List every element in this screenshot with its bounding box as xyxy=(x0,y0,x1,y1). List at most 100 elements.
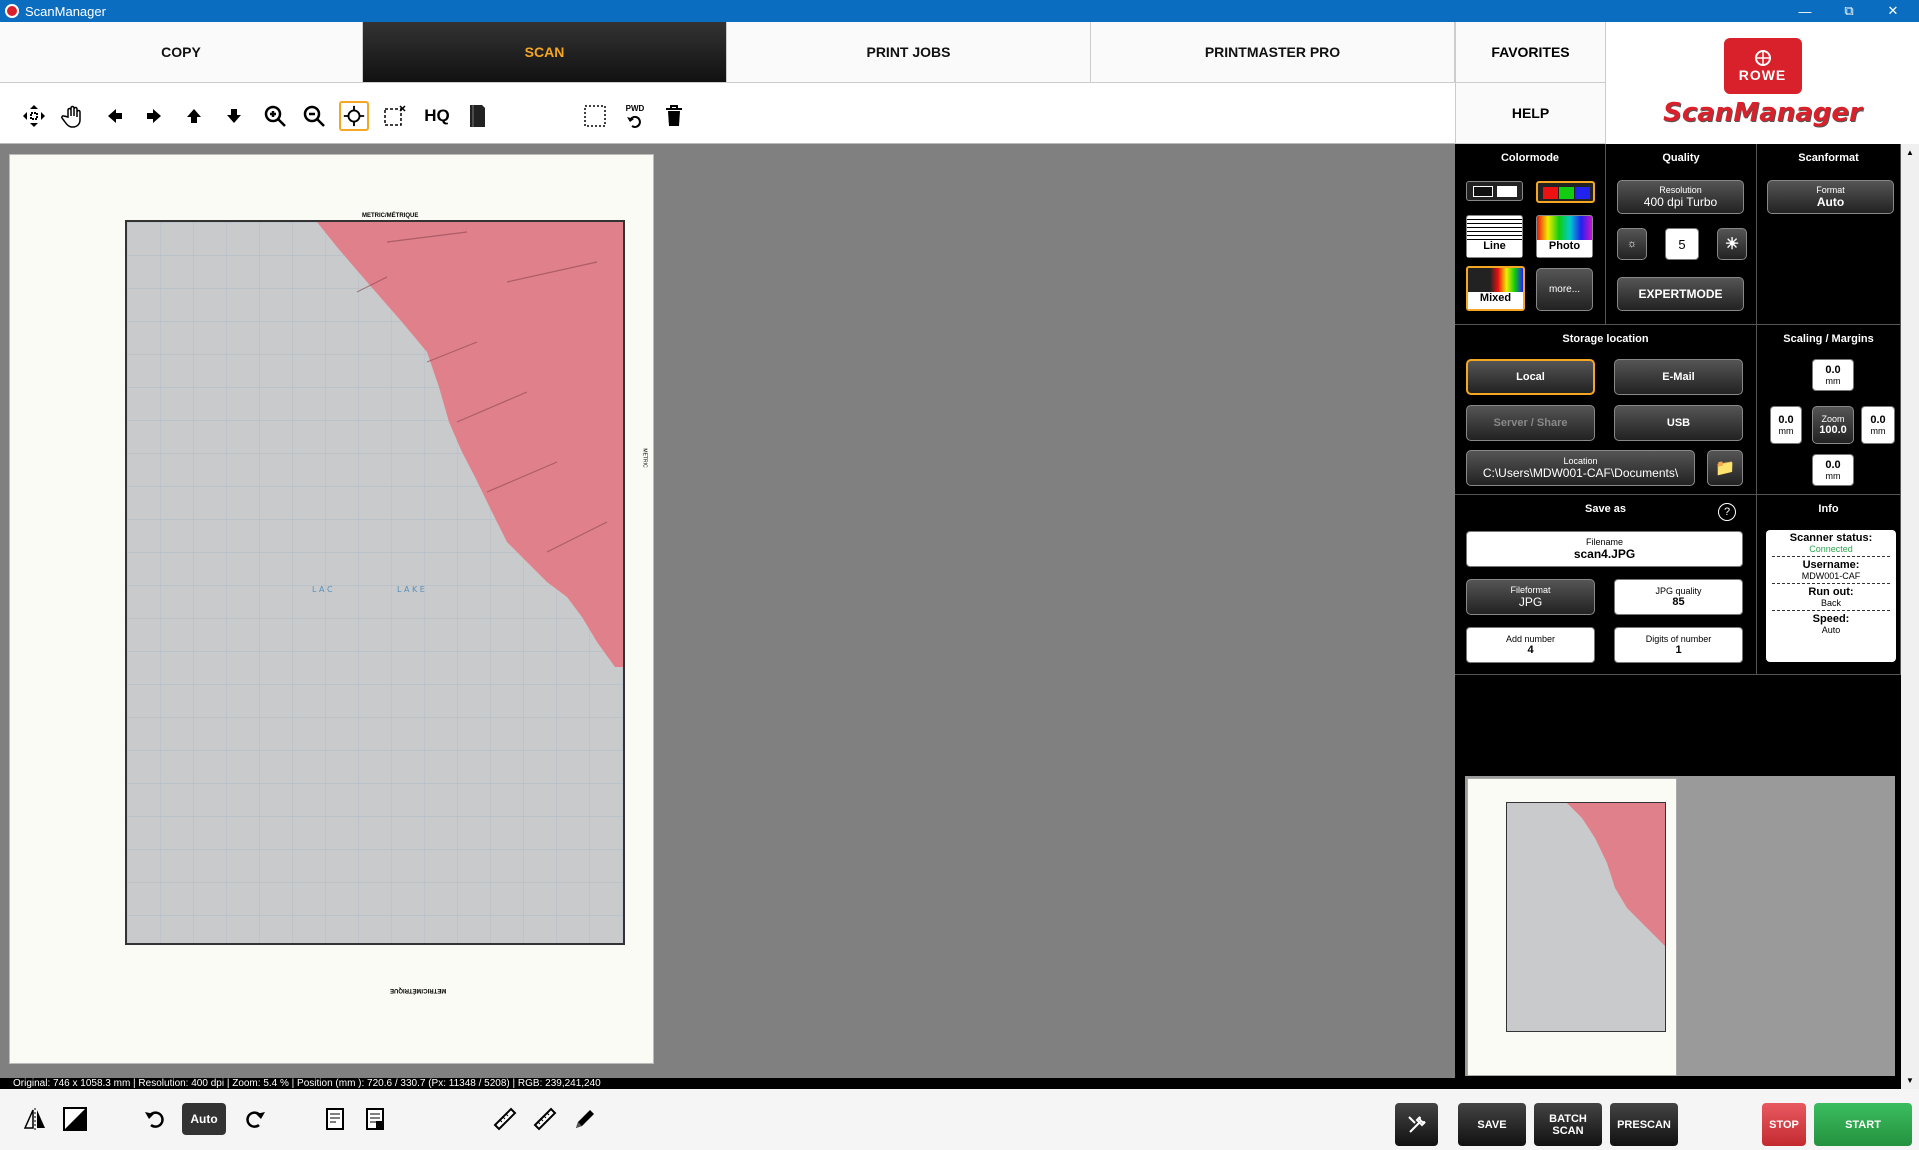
add-number-value: 4 xyxy=(1527,644,1534,656)
resolution-button[interactable]: Resolution 400 dpi Turbo xyxy=(1617,180,1744,214)
jpg-quality-label: JPG quality xyxy=(1655,586,1702,596)
stop-button[interactable]: STOP xyxy=(1762,1103,1806,1146)
zoom-label: Zoom xyxy=(1821,414,1845,424)
restore-button[interactable]: ⧉ xyxy=(1827,0,1871,22)
zoom-fit-icon[interactable] xyxy=(339,101,369,131)
save-button[interactable]: SAVE xyxy=(1458,1103,1526,1146)
mixed-mode-button[interactable]: Mixed xyxy=(1466,266,1525,311)
location-field[interactable]: Location C:\Users\MDW001-CAF\Documents\ xyxy=(1466,450,1695,486)
speed-value: Auto xyxy=(1821,625,1841,635)
arrow-left-icon[interactable] xyxy=(100,101,130,131)
rotate-right-icon[interactable] xyxy=(240,1103,270,1135)
jpg-quality-value: 85 xyxy=(1672,596,1685,608)
zoom-value: 100.0 xyxy=(1819,424,1847,436)
brightness-value[interactable]: 5 xyxy=(1665,228,1699,260)
rotate-left-icon[interactable] xyxy=(140,1103,170,1135)
server-share-button[interactable]: Server / Share xyxy=(1466,405,1595,441)
photo-mode-button[interactable]: Photo xyxy=(1536,215,1593,258)
tab-help[interactable]: HELP xyxy=(1455,83,1606,144)
batch-scan-button[interactable]: BATCH SCAN xyxy=(1534,1103,1602,1146)
minimize-button[interactable]: — xyxy=(1783,0,1827,22)
page-icon[interactable] xyxy=(462,101,492,131)
crop-select-icon[interactable] xyxy=(380,101,410,131)
tools-icon[interactable] xyxy=(1395,1103,1438,1146)
folder-browse-icon[interactable]: 📁 xyxy=(1707,450,1743,486)
mixed-mode-label: Mixed xyxy=(1468,292,1523,309)
tab-copy[interactable]: COPY xyxy=(0,22,363,83)
map-image: L A C L A K E xyxy=(127,222,623,943)
svg-text:L A K E: L A K E xyxy=(397,585,425,594)
add-number-field[interactable]: Add number 4 xyxy=(1466,627,1595,663)
jpg-quality-field[interactable]: JPG quality 85 xyxy=(1614,579,1743,615)
filename-field[interactable]: Filename scan4.JPG xyxy=(1466,531,1743,567)
brightness-down-icon[interactable]: ☼ xyxy=(1617,228,1647,260)
format-button[interactable]: Format Auto xyxy=(1767,180,1894,214)
scanned-map: L A C L A K E xyxy=(125,220,625,945)
close-button[interactable]: ✕ xyxy=(1871,0,1915,22)
pencil-icon[interactable] xyxy=(570,1103,600,1135)
scanner-info-box: Scanner status: Connected Username: MDW0… xyxy=(1766,530,1896,662)
invert-icon[interactable] xyxy=(60,1103,90,1135)
undo-password-button[interactable]: PWD xyxy=(620,101,650,131)
map-top-label: METRIC/MÉTRIQUE xyxy=(362,213,419,219)
more-modes-button[interactable]: more... xyxy=(1536,268,1593,311)
arrow-right-icon[interactable] xyxy=(139,101,169,131)
fileformat-button[interactable]: Fileformat JPG xyxy=(1466,579,1595,615)
help-icon[interactable]: ? xyxy=(1718,503,1736,521)
fileformat-value: JPG xyxy=(1518,595,1543,609)
pan-hand-icon[interactable] xyxy=(59,101,89,131)
margin-bottom-field[interactable]: 0.0 mm xyxy=(1812,454,1854,486)
tab-scan[interactable]: SCAN xyxy=(363,22,727,83)
arrow-down-icon[interactable] xyxy=(219,101,249,131)
bw-mode-button[interactable] xyxy=(1466,181,1523,201)
margin-bottom-value: 0.0 xyxy=(1825,459,1841,471)
email-storage-button[interactable]: E-Mail xyxy=(1614,359,1743,395)
ruler-icon[interactable] xyxy=(490,1103,520,1135)
usb-storage-button[interactable]: USB xyxy=(1614,405,1743,441)
zoom-out-icon[interactable] xyxy=(299,101,329,131)
start-button[interactable]: START xyxy=(1814,1103,1912,1146)
page-edit-icon[interactable] xyxy=(360,1103,390,1135)
filename-label: Filename xyxy=(1585,537,1623,547)
scan-thumbnail[interactable] xyxy=(1467,778,1677,1076)
scroll-up-icon[interactable]: ▲ xyxy=(1906,148,1914,157)
local-storage-button[interactable]: Local xyxy=(1466,359,1595,395)
panel-scrollbar[interactable]: ▲ ▼ xyxy=(1901,144,1919,1089)
runout-value: Back xyxy=(1772,598,1890,611)
selection-frame-icon[interactable] xyxy=(580,101,610,131)
scan-preview-canvas[interactable]: METRIC/MÉTRIQUE L A C L A K E METRIC MET… xyxy=(0,144,1455,1078)
tab-favorites[interactable]: FAVORITES xyxy=(1455,22,1606,83)
save-as-title: Save as xyxy=(1585,503,1626,515)
prescan-button[interactable]: PRESCAN xyxy=(1610,1103,1678,1146)
margin-right-field[interactable]: 0.0 mm xyxy=(1861,406,1895,444)
brightness-up-icon[interactable]: ☀ xyxy=(1717,228,1747,260)
scaling-title: Scaling / Margins xyxy=(1783,333,1874,345)
digits-field[interactable]: Digits of number 1 xyxy=(1614,627,1743,663)
margin-left-field[interactable]: 0.0 mm xyxy=(1770,406,1802,444)
expertmode-button[interactable]: EXPERTMODE xyxy=(1617,277,1744,311)
color-mode-button[interactable] xyxy=(1536,181,1595,203)
zoom-field[interactable]: Zoom 100.0 xyxy=(1812,406,1854,444)
scanformat-title: Scanformat xyxy=(1798,152,1859,164)
mirror-icon[interactable] xyxy=(20,1103,50,1135)
measure-icon[interactable] xyxy=(530,1103,560,1135)
page-view-icon[interactable] xyxy=(320,1103,350,1135)
digits-value: 1 xyxy=(1675,644,1682,656)
resolution-value: 400 dpi Turbo xyxy=(1643,195,1718,209)
margin-left-value: 0.0 xyxy=(1778,414,1794,426)
filename-value: scan4.JPG xyxy=(1573,547,1636,561)
arrow-up-icon[interactable] xyxy=(179,101,209,131)
trash-icon[interactable] xyxy=(659,101,689,131)
zoom-in-icon[interactable] xyxy=(260,101,290,131)
svg-text:L A C: L A C xyxy=(312,585,333,594)
margin-bottom-unit: mm xyxy=(1825,471,1841,481)
tab-print-jobs[interactable]: PRINT JOBS xyxy=(727,22,1091,83)
scroll-down-icon[interactable]: ▼ xyxy=(1906,1076,1914,1085)
tab-printmaster-pro[interactable]: PRINTMASTER PRO xyxy=(1091,22,1455,83)
auto-rotate-button[interactable]: Auto xyxy=(182,1103,226,1135)
fit-all-icon[interactable] xyxy=(19,101,49,131)
margin-top-field[interactable]: 0.0 mm xyxy=(1812,359,1854,391)
username-label: Username: xyxy=(1802,559,1860,571)
hq-button[interactable]: HQ xyxy=(420,101,454,131)
line-mode-button[interactable]: Line xyxy=(1466,215,1523,258)
